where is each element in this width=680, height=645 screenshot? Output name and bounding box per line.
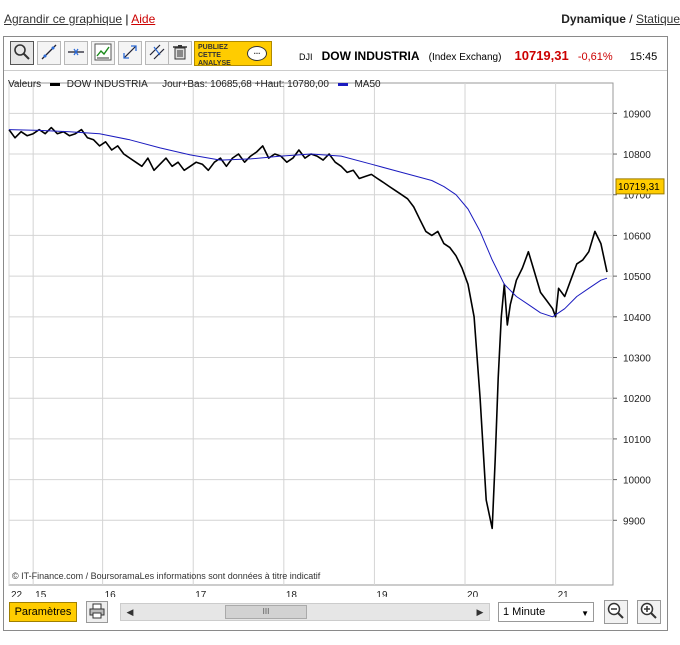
- y-tick-label: 9900: [623, 516, 646, 527]
- enlarge-chart-link[interactable]: Agrandir ce graphique: [4, 12, 122, 26]
- static-mode-link[interactable]: Statique: [636, 12, 680, 26]
- x-tick-label: 21: [558, 590, 570, 597]
- scrollbar-thumb[interactable]: III: [225, 605, 307, 619]
- price-chart[interactable]: 9900 10000 10100 10200 10300 10400 10500 10600 1…: [4, 37, 667, 597]
- top-links-left: Agrandir ce graphique | Aide: [4, 12, 155, 26]
- x-tick-label: 20: [467, 590, 479, 597]
- chart-legend: Valeurs DOW INDUSTRIA Jour+Bas: 10685,68…: [8, 79, 381, 90]
- x-tick-label: 19: [376, 590, 388, 597]
- scroll-right-arrow-icon[interactable]: ▶: [474, 606, 486, 618]
- x-tick-label: 18: [286, 590, 298, 597]
- legend-ma-swatch: [337, 82, 348, 86]
- chart-frame: PUBLIEZ CETTE ANALYSE ... DJI DOW INDUST…: [3, 36, 668, 631]
- footer-note: © IT-Finance.com / BoursoramaLes informa…: [12, 571, 321, 581]
- print-button[interactable]: [86, 601, 108, 623]
- zoom-out-button[interactable]: [604, 600, 628, 624]
- zoom-in-button[interactable]: [637, 600, 661, 624]
- legend-price-series: DOW INDUSTRIA: [66, 79, 148, 90]
- legend-label: Valeurs: [8, 79, 42, 90]
- y-tick-label: 10500: [623, 272, 651, 283]
- link-separator: |: [125, 12, 129, 26]
- chart-bottom-bar: Paramètres ◀ III ▶ 1 Minute ▼: [4, 597, 667, 631]
- y-tick-label: 10200: [623, 394, 651, 405]
- parameters-button[interactable]: Paramètres: [9, 602, 77, 622]
- plot-area: [8, 82, 614, 586]
- interval-value: 1 Minute: [503, 606, 546, 618]
- top-links: Agrandir ce graphique | Aide Dynamique /…: [0, 0, 680, 36]
- y-tick-label: 10600: [623, 231, 651, 242]
- y-tick-label: 10800: [623, 150, 651, 161]
- x-tick-label: 22: [11, 590, 23, 597]
- y-tick-label: 10900: [623, 109, 651, 120]
- mode-separator: /: [629, 12, 633, 26]
- legend-day-range: Jour+Bas: 10685,68 +Haut: 10780,00: [162, 79, 329, 90]
- interval-select[interactable]: 1 Minute ▼: [498, 602, 594, 622]
- y-tick-label: 10400: [623, 313, 651, 324]
- legend-price-swatch: [49, 82, 60, 86]
- scroll-left-arrow-icon[interactable]: ◀: [124, 606, 136, 618]
- zoom-in-icon: [640, 602, 658, 623]
- y-tick-label: 10000: [623, 476, 651, 487]
- x-tick-label: 15: [35, 590, 47, 597]
- last-value-label: 10719,31: [618, 182, 660, 193]
- chevron-down-icon: ▼: [581, 609, 589, 618]
- zoom-out-icon: [607, 602, 625, 623]
- x-tick-label: 16: [105, 590, 117, 597]
- printer-icon: [89, 603, 105, 622]
- x-tick-label: 17: [195, 590, 207, 597]
- view-mode: Dynamique / Statique: [561, 12, 680, 26]
- legend-ma-series: MA50: [354, 79, 381, 90]
- y-tick-label: 10300: [623, 354, 651, 365]
- y-tick-label: 10100: [623, 435, 651, 446]
- time-scrollbar[interactable]: ◀ III ▶: [120, 603, 490, 621]
- dynamic-mode-label[interactable]: Dynamique: [561, 12, 626, 26]
- help-link[interactable]: Aide: [131, 12, 155, 26]
